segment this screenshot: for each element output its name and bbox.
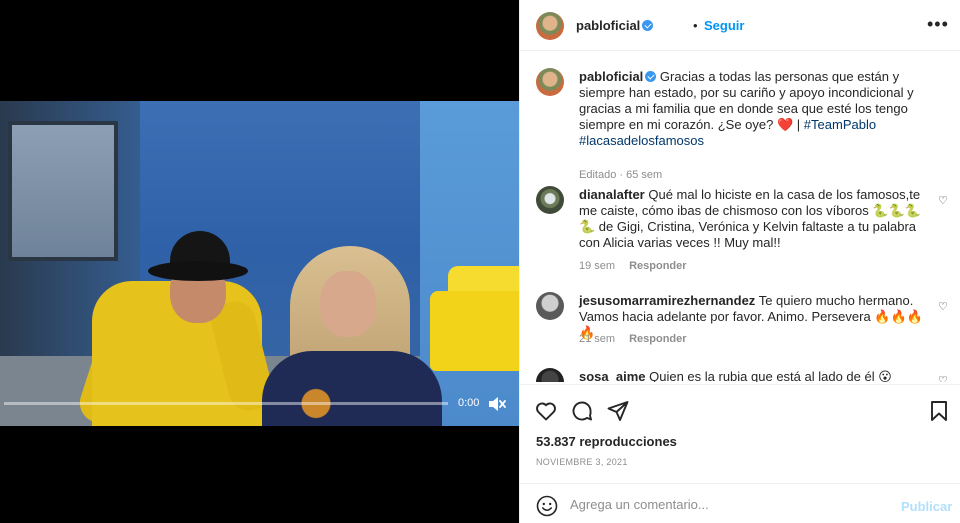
comment-meta: 21 sem Responder [579,333,701,345]
comment-text: dianalafter Qué mal lo hiciste en la cas… [579,187,924,251]
scene-window [8,121,118,261]
cowboy-hat-brim [148,261,248,281]
avatar[interactable] [536,68,564,96]
post-header: pabloficial • Seguir ••• [520,0,960,51]
reply-button[interactable]: Responder [629,333,686,345]
author-username[interactable]: pabloficial [576,18,654,33]
video-player[interactable]: 0:00 [0,0,519,523]
follow-button[interactable]: Seguir [704,18,744,33]
scene-sofa [430,291,519,371]
person-woman-dress [262,351,442,426]
post-side-panel: pabloficial • Seguir ••• pabloficial Gra… [519,0,960,523]
heart-icon[interactable] [534,399,558,423]
caption-edited-time: Editado · 65 sem [579,169,663,181]
emoji-icon[interactable] [536,495,558,517]
post-date[interactable]: NOVIEMBRE 3, 2021 [536,457,628,467]
comment-time: 21 sem [579,333,616,345]
video-time: 0:00 [458,397,480,409]
separator-dot: • [693,18,698,33]
speaker-muted-icon[interactable] [487,394,507,414]
caption-username[interactable]: pabloficial [579,69,643,84]
caption-text: pabloficial Gracias a todas las personas… [579,69,924,149]
person-woman-face [320,271,376,337]
video-progress-bar[interactable] [4,402,448,405]
publish-button[interactable]: Publicar [901,499,952,514]
avatar[interactable] [536,292,564,320]
comment-meta: 19 sem Responder [579,260,701,272]
comment-time: 19 sem [579,260,616,272]
view-count[interactable]: 53.837 reproducciones [536,434,677,449]
add-comment-bar: Publicar [520,483,960,523]
comment-text: sosa_aime Quien es la rubia que está al … [579,369,924,382]
heart-emoji: ❤️ [777,117,794,132]
avatar[interactable] [536,368,564,382]
comment-username[interactable]: dianalafter [579,187,645,202]
caption-meta: Editado · 65 sem [579,169,676,181]
reply-button[interactable]: Responder [629,260,686,272]
post-actions [520,384,960,432]
comment-like-heart-icon[interactable]: ♡ [938,194,948,207]
comment-username[interactable]: sosa_aime [579,369,646,382]
author-username-text[interactable]: pabloficial [576,18,640,33]
share-icon[interactable] [606,399,630,423]
verified-badge-icon [642,20,654,31]
more-options-icon[interactable]: ••• [927,14,949,35]
verified-badge-icon [645,71,657,82]
avatar[interactable] [536,186,564,214]
bookmark-icon[interactable] [927,399,951,423]
hashtag-teampablo[interactable]: #TeamPablo [804,117,876,132]
comments-list[interactable]: pabloficial Gracias a todas las personas… [520,52,960,382]
comment-body: Quien es la rubia que está al lado de él… [649,369,892,382]
comment-like-heart-icon[interactable]: ♡ [938,300,948,313]
caption-separator: | [793,117,804,132]
avatar[interactable] [536,12,564,40]
post-view: 0:00 pabloficial • Seguir ••• pabloficia… [0,0,960,523]
video-frame[interactable] [0,101,519,426]
comment-icon[interactable] [570,399,594,423]
hashtag-lacasadelosfamosos[interactable]: #lacasadelosfamosos [579,133,704,148]
comment-input[interactable] [570,494,890,514]
comment-username[interactable]: jesusomarramirezhernandez [579,293,755,308]
comment-like-heart-icon[interactable]: ♡ [938,374,948,382]
